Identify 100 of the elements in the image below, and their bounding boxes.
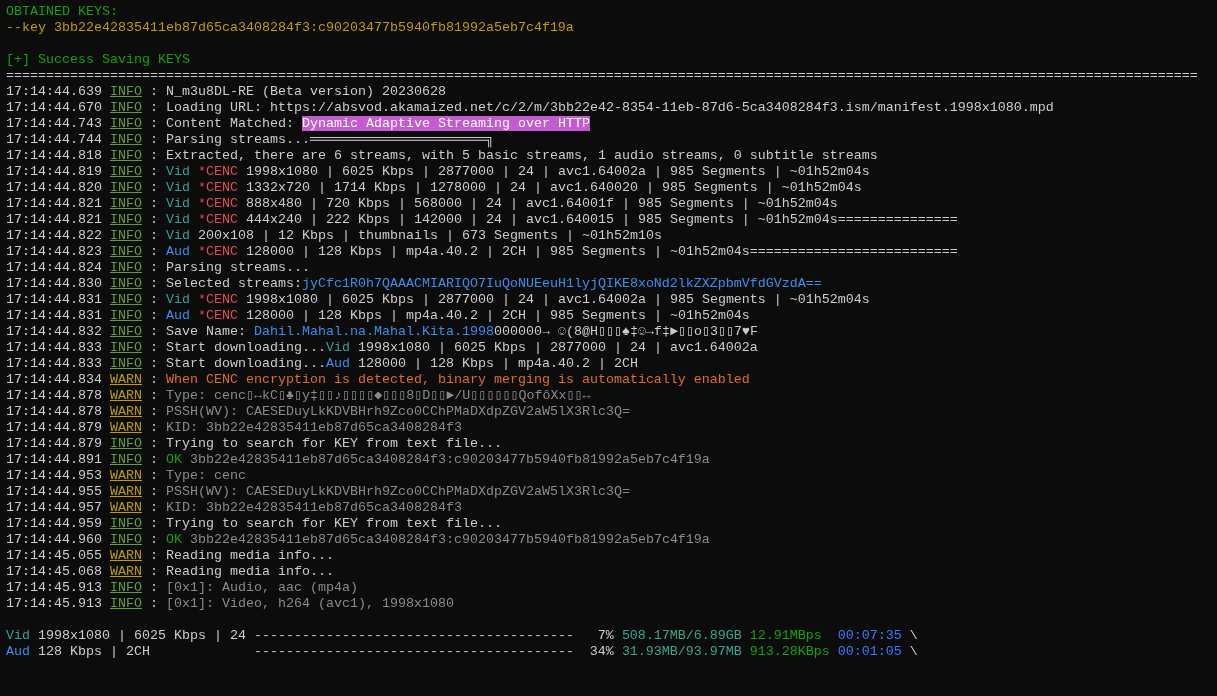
log-text: :	[150, 228, 159, 243]
log-text: :	[150, 292, 159, 307]
log-level-label: WARN	[110, 564, 142, 579]
log-text: : Loading URL: https://absvod.akamaized.net/c/2/m/3bb22e42-8354-11eb-87d6-5ca3408284f3.ism/manifest.1998x1080.mpd	[150, 100, 1054, 115]
log-level-label: INFO	[110, 340, 142, 355]
warning-text: When CENC encryption is detected, binary merging is automatically enabled	[166, 372, 750, 387]
timestamp: 17:14:44.831	[6, 292, 102, 307]
log-text: : Reading media info...	[150, 548, 334, 563]
log-level-label: INFO	[110, 324, 142, 339]
log-level-label: WARN	[110, 388, 142, 403]
log-text: :	[150, 468, 159, 483]
status-message: [+] Success Saving KEYS	[6, 52, 190, 67]
encryption-label: *CENC	[198, 212, 238, 227]
log-level-label: INFO	[110, 532, 142, 547]
log-level-label: INFO	[110, 516, 142, 531]
time-readout: 00:01:05	[837, 644, 902, 659]
log-level-label: INFO	[110, 116, 142, 131]
log-text: 128000 | 128 Kbps | mp4a.40.2 | 2CH | 985 Segments | ~01h52m04s	[246, 308, 750, 323]
log-level-label: INFO	[110, 84, 142, 99]
log-level-label: INFO	[110, 452, 142, 467]
timestamp: 17:14:44.820	[6, 180, 102, 195]
log-level-label: INFO	[110, 244, 142, 259]
log-text: : Start downloading...	[150, 356, 326, 371]
timestamp: 17:14:44.833	[6, 356, 102, 371]
video-label: Vid	[166, 212, 190, 227]
muted-text: PSSH(WV): CAESEDuyLkKDVBHrh9Zco0CChPMaDXdpZGV2aW5lX3Rlc3Q=	[166, 404, 630, 419]
encryption-label: *CENC	[198, 164, 238, 179]
highlighted-text: Dynamic Adaptive Streaming over HTTP	[301, 116, 590, 131]
timestamp: 17:14:44.953	[6, 468, 102, 483]
timestamp: 17:14:44.744	[6, 132, 102, 147]
speed-readout: 913.28KBps	[749, 644, 830, 659]
muted-text: 3bb22e42835411eb87d65ca3408284f3:c90203477b5940fb81992a5eb7c4f19a	[190, 452, 710, 467]
log-text: :	[150, 420, 159, 435]
log-text: 000000→ ☺(8@H▯▯▯♠‡☺→f‡►▯▯o▯3▯▯7♥F	[493, 324, 759, 339]
timestamp: 17:14:44.639	[6, 84, 102, 99]
log-text: :	[150, 484, 159, 499]
log-level-label: WARN	[110, 500, 142, 515]
log-text: :	[150, 308, 159, 323]
log-level-label: INFO	[110, 196, 142, 211]
key-text: --key 3bb22e42835411eb87d65ca3408284f3:c90203477b5940fb81992a5eb7c4f19a	[6, 20, 574, 35]
log-text: :	[150, 372, 159, 387]
video-label: Vid	[166, 180, 190, 195]
timestamp: 17:14:44.891	[6, 452, 102, 467]
log-level-label: WARN	[110, 372, 142, 387]
speed-readout: 12.91MBps	[749, 628, 822, 643]
log-text: :	[150, 404, 159, 419]
log-level-label: INFO	[110, 596, 142, 611]
timestamp: 17:14:44.743	[6, 116, 102, 131]
log-text: 128000 | 128 Kbps | mp4a.40.2 | 2CH | 985 Segments | ~01h52m04s==========================	[246, 244, 958, 259]
video-label: Vid	[166, 164, 190, 179]
timestamp: 17:14:44.955	[6, 484, 102, 499]
muted-text: [0x1]: Audio, aac (mp4a)	[166, 580, 358, 595]
log-text: \	[909, 628, 918, 643]
log-level-label: INFO	[110, 276, 142, 291]
separator-line: =====================================================================================================================================================	[6, 68, 1198, 83]
log-text: :	[150, 180, 159, 195]
log-text: 444x240 | 222 Kbps | 142000 | 24 | avc1.640015 | 985 Segments | ~01h52m04s===============	[246, 212, 958, 227]
log-level-label: INFO	[110, 436, 142, 451]
log-level-label: WARN	[110, 404, 142, 419]
timestamp: 17:14:44.821	[6, 212, 102, 227]
log-text: : N_m3u8DL-RE (Beta version) 20230628	[150, 84, 446, 99]
log-level-label: WARN	[110, 468, 142, 483]
log-text: : Trying to search for KEY from text file...	[150, 436, 502, 451]
timestamp: 17:14:44.959	[6, 516, 102, 531]
timestamp: 17:14:44.878	[6, 388, 102, 403]
timestamp: 17:14:44.834	[6, 372, 102, 387]
log-level-label: WARN	[110, 548, 142, 563]
size-readout: 508.17MB/6.89GB	[621, 628, 742, 643]
encryption-label: *CENC	[198, 180, 238, 195]
log-text: 128 Kbps | 2CH ---------------------------------------- 34%	[38, 644, 614, 659]
video-label: Vid	[166, 196, 190, 211]
video-label: Vid	[6, 628, 30, 643]
log-level-label: INFO	[110, 132, 142, 147]
audio-label: Aud	[6, 644, 30, 659]
time-readout: 00:07:35	[836, 628, 902, 643]
log-text: :	[150, 244, 159, 259]
timestamp: 17:14:45.913	[6, 596, 102, 611]
timestamp: 17:14:44.819	[6, 164, 102, 179]
log-text: : Extracted, there are 6 streams, with 5 basic streams, 1 audio streams, 0 subtitle streams	[150, 148, 878, 163]
log-text: \	[909, 644, 918, 659]
timestamp: 17:14:44.821	[6, 196, 102, 211]
log-text: : Content Matched:	[150, 116, 295, 131]
log-text: : Reading media info...	[150, 564, 334, 579]
log-text: : Selected streams:	[150, 276, 302, 291]
log-level-label: INFO	[110, 580, 142, 595]
log-text: 1998x1080 | 6025 Kbps | 2877000 | 24 | avc1.64002a	[357, 340, 758, 355]
log-level-label: INFO	[110, 180, 142, 195]
log-level-label: INFO	[110, 212, 142, 227]
timestamp: 17:14:44.879	[6, 420, 102, 435]
timestamp: 17:14:44.879	[6, 436, 102, 451]
muted-text: KID: 3bb22e42835411eb87d65ca3408284f3	[166, 500, 462, 515]
encryption-label: *CENC	[198, 292, 238, 307]
muted-text: Type: cenc	[166, 468, 246, 483]
section-title: OBTAINED KEYS:	[6, 4, 118, 19]
size-readout: 31.93MB/93.97MB	[621, 644, 742, 659]
log-text: :	[150, 532, 159, 547]
log-text: :	[150, 196, 159, 211]
log-level-label: INFO	[110, 148, 142, 163]
timestamp: 17:14:44.878	[6, 404, 102, 419]
log-level-label: INFO	[110, 356, 142, 371]
